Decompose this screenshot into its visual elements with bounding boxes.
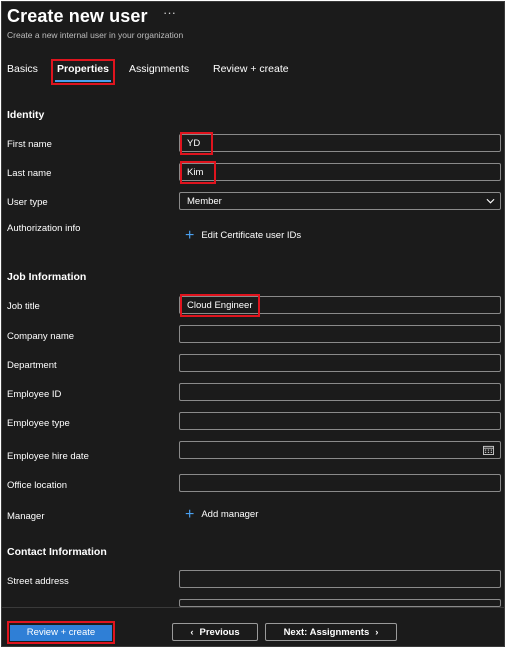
chevron-left-icon: ‹ — [190, 626, 194, 638]
authorization-info-label: Authorization info — [7, 223, 81, 234]
office-location-label: Office location — [7, 480, 68, 491]
tab-basics[interactable]: Basics — [7, 63, 38, 75]
next-assignments-button[interactable]: Next: Assignments › — [265, 623, 397, 641]
department-label: Department — [7, 360, 57, 371]
tab-review-create[interactable]: Review + create — [213, 63, 289, 75]
company-name-label: Company name — [7, 331, 75, 342]
chevron-down-icon — [486, 198, 495, 204]
add-manager-link[interactable]: + Add manager — [185, 505, 259, 523]
employee-hire-date-label: Employee hire date — [7, 451, 89, 462]
employee-id-label: Employee ID — [7, 389, 62, 400]
page-title: Create new user — [7, 6, 148, 26]
plus-icon: + — [185, 226, 195, 244]
street-address-field[interactable] — [179, 570, 501, 588]
tab-assignments[interactable]: Assignments — [129, 63, 189, 75]
create-user-panel: Create new user ··· Create a new interna… — [1, 1, 505, 647]
user-type-dropdown[interactable]: Member — [179, 192, 501, 210]
employee-type-label: Employee type — [7, 418, 70, 429]
section-contact-information-heading: Contact Information — [7, 546, 107, 558]
last-name-label: Last name — [7, 168, 52, 179]
more-options-icon[interactable]: ··· — [163, 5, 176, 20]
chevron-right-icon: › — [375, 626, 379, 638]
department-field[interactable] — [179, 354, 501, 372]
section-job-information-heading: Job Information — [7, 271, 87, 283]
job-title-label: Job title — [7, 301, 40, 312]
highlight-box-tab — [51, 59, 115, 85]
first-name-label: First name — [7, 139, 52, 150]
street-address-label: Street address — [7, 576, 69, 587]
add-manager-label: Add manager — [201, 509, 259, 520]
highlight-box-first-name — [180, 132, 213, 155]
user-type-label: User type — [7, 197, 48, 208]
calendar-icon[interactable] — [483, 445, 494, 455]
highlight-box-last-name — [180, 161, 216, 184]
edit-certificate-user-ids-label: Edit Certificate user IDs — [201, 230, 302, 241]
last-name-field[interactable] — [179, 163, 501, 181]
employee-id-field[interactable] — [179, 383, 501, 401]
highlight-box-review-create — [7, 621, 115, 644]
manager-label: Manager — [7, 511, 45, 522]
office-location-field[interactable] — [179, 474, 501, 492]
edit-certificate-user-ids-link[interactable]: + Edit Certificate user IDs — [185, 226, 302, 244]
employee-hire-date-field[interactable] — [179, 441, 501, 459]
highlight-box-job-title — [180, 294, 260, 317]
previous-label: Previous — [199, 626, 240, 638]
next-field-partial[interactable] — [179, 599, 501, 607]
footer-divider — [2, 607, 504, 608]
employee-type-field[interactable] — [179, 412, 501, 430]
plus-icon: + — [185, 505, 195, 523]
previous-button[interactable]: ‹ Previous — [172, 623, 258, 641]
first-name-field[interactable] — [179, 134, 501, 152]
user-type-value: Member — [187, 196, 222, 207]
page-subtitle: Create a new internal user in your organ… — [7, 30, 184, 40]
company-name-field[interactable] — [179, 325, 501, 343]
section-identity-heading: Identity — [7, 109, 45, 121]
next-label: Next: Assignments — [283, 626, 370, 638]
